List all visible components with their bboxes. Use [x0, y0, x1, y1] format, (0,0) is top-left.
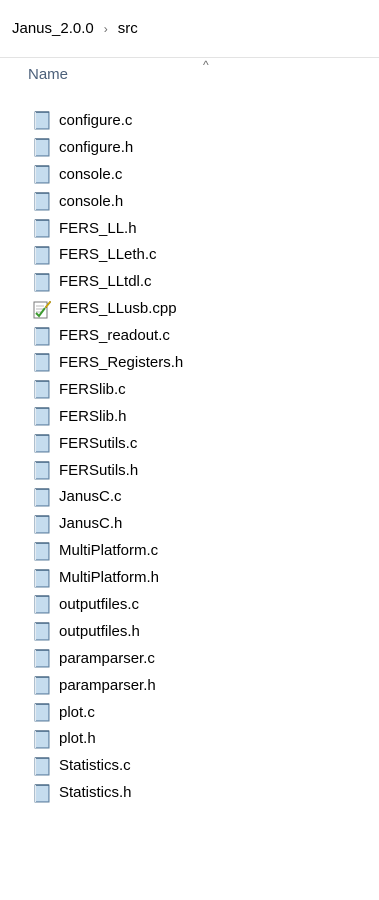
breadcrumb-item-janus[interactable]: Janus_2.0.0: [12, 20, 94, 37]
c-file-icon: [33, 594, 59, 614]
file-name: FERS_Registers.h: [59, 353, 184, 371]
c-file-icon: [33, 433, 59, 453]
file-row[interactable]: plot.c: [0, 699, 379, 726]
file-name: plot.h: [59, 730, 96, 748]
file-name: FERSutils.h: [59, 461, 139, 479]
file-row[interactable]: MultiPlatform.c: [0, 537, 379, 564]
file-row[interactable]: console.h: [0, 188, 379, 215]
file-row[interactable]: FERS_LLtdl.c: [0, 268, 379, 295]
h-file-icon: [33, 218, 59, 238]
c-file-icon: [33, 648, 59, 668]
file-name: FERS_readout.c: [59, 327, 170, 345]
c-file-icon: [33, 110, 59, 130]
breadcrumb-separator-icon[interactable]: ›: [104, 22, 108, 36]
file-name: JanusC.h: [59, 515, 123, 533]
file-row[interactable]: FERS_LLusb.cpp: [0, 295, 379, 322]
file-name: paramparser.c: [59, 649, 155, 667]
h-file-icon: [33, 621, 59, 641]
file-name: FERSlib.h: [59, 407, 127, 425]
c-file-icon: [33, 164, 59, 184]
file-name: FERSlib.c: [59, 380, 126, 398]
file-name: plot.c: [59, 703, 95, 721]
file-row[interactable]: console.c: [0, 161, 379, 188]
h-file-icon: [33, 568, 59, 588]
c-file-icon: [33, 245, 59, 265]
file-name: Statistics.h: [59, 784, 132, 802]
file-name: FERSutils.c: [59, 434, 138, 452]
cpp-file-icon: [33, 299, 59, 319]
file-name: FERS_LL.h: [59, 219, 137, 237]
c-file-icon: [33, 379, 59, 399]
file-name: outputfiles.h: [59, 622, 140, 640]
sort-ascending-icon: ^: [203, 58, 209, 72]
file-row[interactable]: JanusC.c: [0, 483, 379, 510]
h-file-icon: [33, 191, 59, 211]
file-name: Statistics.c: [59, 757, 131, 775]
c-file-icon: [33, 541, 59, 561]
file-row[interactable]: outputfiles.c: [0, 591, 379, 618]
file-row[interactable]: MultiPlatform.h: [0, 564, 379, 591]
file-row[interactable]: FERS_LL.h: [0, 215, 379, 242]
file-row[interactable]: FERS_Registers.h: [0, 349, 379, 376]
file-row[interactable]: FERSlib.c: [0, 376, 379, 403]
file-name: FERS_LLeth.c: [59, 246, 157, 264]
file-row[interactable]: JanusC.h: [0, 510, 379, 537]
file-name: MultiPlatform.c: [59, 542, 159, 560]
file-row[interactable]: FERS_LLeth.c: [0, 241, 379, 268]
file-name: outputfiles.c: [59, 595, 140, 613]
file-row[interactable]: configure.c: [0, 107, 379, 134]
file-name: JanusC.c: [59, 488, 122, 506]
column-header-name[interactable]: Name: [28, 66, 68, 83]
file-row[interactable]: FERSutils.h: [0, 457, 379, 484]
file-name: console.h: [59, 192, 124, 210]
h-file-icon: [33, 514, 59, 534]
file-name: MultiPlatform.h: [59, 569, 160, 587]
h-file-icon: [33, 137, 59, 157]
file-row[interactable]: FERSlib.h: [0, 403, 379, 430]
file-row[interactable]: Statistics.c: [0, 752, 379, 779]
h-file-icon: [33, 729, 59, 749]
file-row[interactable]: configure.h: [0, 134, 379, 161]
column-header-row: Name ^: [0, 58, 379, 98]
file-row[interactable]: outputfiles.h: [0, 618, 379, 645]
h-file-icon: [33, 406, 59, 426]
file-name: configure.c: [59, 111, 133, 129]
file-name: console.c: [59, 165, 123, 183]
breadcrumb: Janus_2.0.0 › src: [0, 0, 379, 58]
file-list: configure.c configure.h console.c console.h…: [0, 107, 379, 806]
file-row[interactable]: paramparser.h: [0, 672, 379, 699]
file-row[interactable]: FERSutils.c: [0, 430, 379, 457]
file-name: paramparser.h: [59, 676, 156, 694]
file-row[interactable]: plot.h: [0, 725, 379, 752]
h-file-icon: [33, 675, 59, 695]
file-row[interactable]: FERS_readout.c: [0, 322, 379, 349]
h-file-icon: [33, 352, 59, 372]
h-file-icon: [33, 783, 59, 803]
c-file-icon: [33, 487, 59, 507]
c-file-icon: [33, 272, 59, 292]
file-row[interactable]: Statistics.h: [0, 779, 379, 806]
file-name: FERS_LLtdl.c: [59, 273, 152, 291]
file-name: FERS_LLusb.cpp: [59, 300, 177, 318]
c-file-icon: [33, 756, 59, 776]
h-file-icon: [33, 460, 59, 480]
c-file-icon: [33, 702, 59, 722]
file-name: configure.h: [59, 138, 134, 156]
file-row[interactable]: paramparser.c: [0, 645, 379, 672]
breadcrumb-item-src[interactable]: src: [118, 20, 138, 37]
c-file-icon: [33, 326, 59, 346]
